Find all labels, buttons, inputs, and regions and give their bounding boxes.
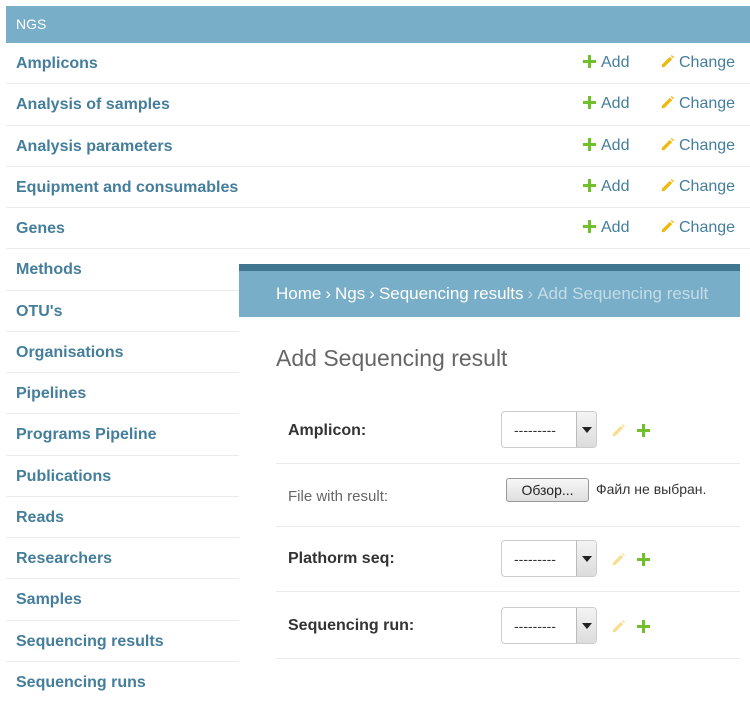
pencil-icon — [661, 178, 675, 191]
plus-icon[interactable] — [637, 553, 650, 566]
breadcrumb-home[interactable]: Home — [276, 284, 321, 303]
add-form-window: Home › Ngs › Sequencing results › Add Sequenci… — [239, 264, 750, 714]
pencil-icon — [661, 219, 675, 233]
chevron-down-icon[interactable] — [576, 608, 596, 643]
amplicon-select[interactable]: --------- — [501, 411, 597, 448]
model-link[interactable]: Samples — [16, 591, 82, 609]
change-link[interactable]: Change — [660, 178, 735, 196]
add-label: Add — [601, 219, 630, 236]
plus-icon — [583, 137, 596, 151]
change-label: Change — [679, 95, 736, 113]
change-label: Change — [679, 177, 736, 195]
model-link[interactable]: Sequencing results — [16, 633, 164, 651]
model-link[interactable]: OTU's — [16, 303, 62, 321]
model-link[interactable]: Organisations — [16, 344, 124, 362]
model-link[interactable]: Analysis of samples — [16, 96, 170, 114]
breadcrumb-separator: › — [325, 284, 332, 303]
breadcrumb-current: Add Sequencing result — [537, 284, 709, 303]
browse-button[interactable]: Обзор... — [506, 478, 589, 502]
header-bar — [239, 264, 740, 271]
change-link[interactable]: Change — [660, 137, 735, 155]
model-link[interactable]: Pipelines — [16, 385, 86, 403]
plus-icon — [583, 178, 596, 192]
sequencing-run-label: Sequencing run: — [288, 617, 415, 634]
model-link[interactable]: Genes — [16, 220, 65, 238]
breadcrumb-separator: › — [369, 284, 375, 303]
file-label: File with result: — [288, 488, 389, 505]
change-label: Change — [679, 54, 736, 71]
model-row: Genes Add Change — [6, 208, 750, 250]
model-link[interactable]: Analysis parameters — [16, 138, 173, 156]
chevron-down-icon[interactable] — [576, 412, 596, 447]
pencil-icon — [661, 54, 675, 68]
amplicon-label: Amplicon: — [288, 422, 367, 439]
pencil-icon[interactable] — [611, 423, 626, 438]
change-link[interactable]: Change — [660, 95, 735, 113]
add-label: Add — [601, 136, 630, 154]
model-row: Equipment and consumables Add Change — [6, 166, 750, 208]
add-label: Add — [601, 54, 630, 71]
pencil-icon — [661, 96, 675, 109]
model-link[interactable]: Researchers — [16, 550, 112, 568]
plus-icon — [583, 220, 596, 233]
plathorm-select-value: --------- — [514, 551, 556, 567]
form-row-sequencing-run: Sequencing run: --------- — [276, 592, 740, 659]
model-row: Analysis of samples Add Change — [6, 84, 750, 126]
page-title: Add Sequencing result — [276, 345, 508, 371]
add-link[interactable]: Add — [583, 178, 629, 196]
sequencing-run-select[interactable]: --------- — [501, 607, 597, 644]
model-row: Amplicons Add Change — [6, 43, 750, 85]
change-label: Change — [679, 136, 736, 154]
plathorm-label: Plathorm seq: — [288, 550, 395, 567]
add-link[interactable]: Add — [583, 137, 629, 155]
breadcrumb-model[interactable]: Sequencing results — [379, 284, 524, 303]
model-link[interactable]: Sequencing runs — [16, 674, 146, 692]
plathorm-select[interactable]: --------- — [501, 540, 597, 577]
chevron-down-icon[interactable] — [576, 541, 596, 576]
module-caption: NGS — [6, 6, 750, 43]
amplicon-select-value: --------- — [514, 422, 556, 438]
sequencing-run-select-value: --------- — [514, 618, 556, 634]
file-status: Файл не выбран. — [596, 481, 707, 497]
plus-icon[interactable] — [637, 424, 650, 437]
model-link[interactable]: Amplicons — [16, 55, 98, 73]
add-link[interactable]: Add — [583, 54, 629, 72]
breadcrumb-separator: › — [527, 284, 534, 303]
model-link[interactable]: Programs Pipeline — [16, 426, 157, 444]
model-link[interactable]: Publications — [16, 468, 111, 486]
change-link[interactable]: Change — [660, 54, 735, 72]
add-label: Add — [601, 95, 630, 113]
breadcrumb-app[interactable]: Ngs — [335, 284, 365, 303]
add-label: Add — [601, 177, 630, 195]
change-link[interactable]: Change — [660, 219, 735, 237]
add-link[interactable]: Add — [583, 219, 629, 237]
add-link[interactable]: Add — [583, 95, 629, 113]
model-row: Analysis parameters Add Change — [6, 125, 750, 167]
plus-icon — [583, 96, 596, 110]
plus-icon — [583, 55, 596, 68]
model-link[interactable]: Reads — [16, 509, 64, 527]
pencil-icon — [661, 137, 675, 150]
model-link[interactable]: Equipment and consumables — [16, 179, 238, 197]
pencil-icon[interactable] — [611, 619, 626, 634]
pencil-icon[interactable] — [611, 552, 626, 567]
form-row-file: File with result: Обзор... Файл не выбра… — [276, 464, 740, 527]
change-label: Change — [679, 219, 736, 236]
model-link[interactable]: Methods — [16, 261, 82, 279]
breadcrumb: Home › Ngs › Sequencing results › Add Sequenci… — [239, 271, 740, 317]
form-row-amplicon: Amplicon: --------- — [276, 397, 740, 464]
form-row-plathorm: Plathorm seq: --------- — [276, 527, 740, 592]
plus-icon[interactable] — [637, 620, 650, 633]
